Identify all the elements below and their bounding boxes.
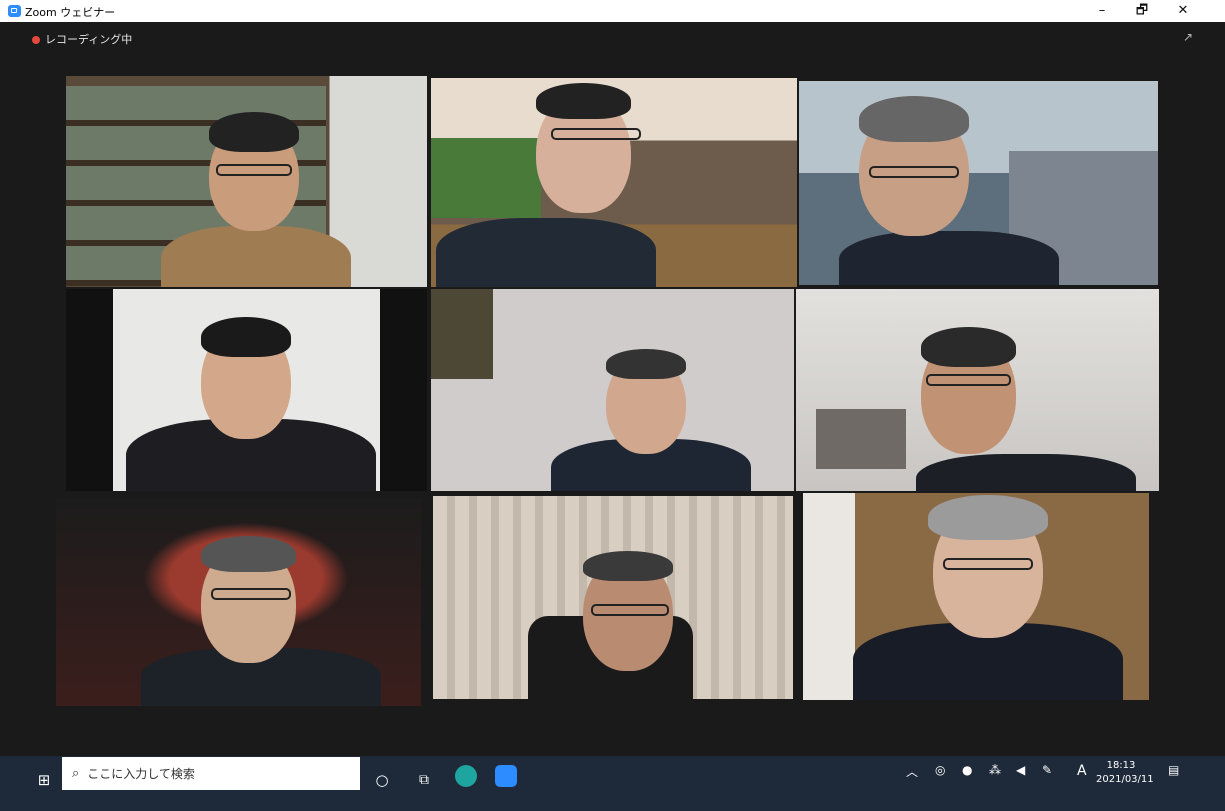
clock-date: 2021/03/11 xyxy=(1096,774,1154,785)
taskbar-clock[interactable]: 18:13 2021/03/11 xyxy=(1096,759,1154,787)
cortana-icon[interactable]: ○ xyxy=(368,760,396,800)
edge-browser-icon[interactable] xyxy=(452,762,480,790)
meet-now-icon[interactable]: ◎ xyxy=(935,763,945,777)
video-tile-3[interactable] xyxy=(799,81,1158,285)
search-placeholder: ここに入力して検索 xyxy=(87,767,195,781)
video-tile-5[interactable] xyxy=(431,289,794,491)
close-button[interactable]: ✕ xyxy=(1163,0,1203,22)
recording-indicator: レコーディング中 xyxy=(32,31,132,47)
video-tile-7[interactable] xyxy=(56,498,421,706)
task-view-icon[interactable]: ⧉ xyxy=(410,760,438,800)
clock-time: 18:13 xyxy=(1106,760,1136,771)
video-tile-1[interactable] xyxy=(66,76,427,287)
search-icon: ⌕ xyxy=(72,766,80,781)
recording-label: レコーディング中 xyxy=(45,33,133,46)
windows-start-icon[interactable]: ⊞ xyxy=(30,760,58,800)
show-hidden-icons-chevron-icon[interactable]: ︿ xyxy=(906,763,918,780)
notification-center-icon[interactable]: ▤ xyxy=(1168,763,1179,777)
video-tile-2-active-speaker[interactable] xyxy=(431,78,797,287)
microphone-icon[interactable]: ● xyxy=(962,763,972,777)
restore-button[interactable]: 🗗 xyxy=(1122,0,1162,22)
video-tile-9[interactable] xyxy=(803,493,1149,700)
fullscreen-expand-icon[interactable]: ↗ xyxy=(1183,30,1193,44)
wifi-icon[interactable]: ⁂ xyxy=(989,763,1001,777)
volume-icon[interactable]: ◀ xyxy=(1016,763,1025,777)
video-tile-8[interactable] xyxy=(433,496,793,699)
record-dot-icon xyxy=(32,36,40,44)
pen-icon[interactable]: ✎ xyxy=(1042,763,1052,777)
taskbar-search-box[interactable]: ⌕ ここに入力して検索 xyxy=(62,757,360,790)
zoom-taskbar-icon[interactable] xyxy=(492,762,520,790)
ime-indicator[interactable]: A xyxy=(1077,763,1087,779)
video-tile-4[interactable] xyxy=(66,289,427,491)
minimize-button[interactable]: – xyxy=(1082,0,1122,22)
window-title: Zoom ウェビナー xyxy=(25,6,116,19)
zoom-app-icon xyxy=(8,5,21,17)
window-titlebar: Zoom ウェビナー – 🗗 ✕ xyxy=(0,0,1225,22)
video-tile-6[interactable] xyxy=(796,289,1159,491)
